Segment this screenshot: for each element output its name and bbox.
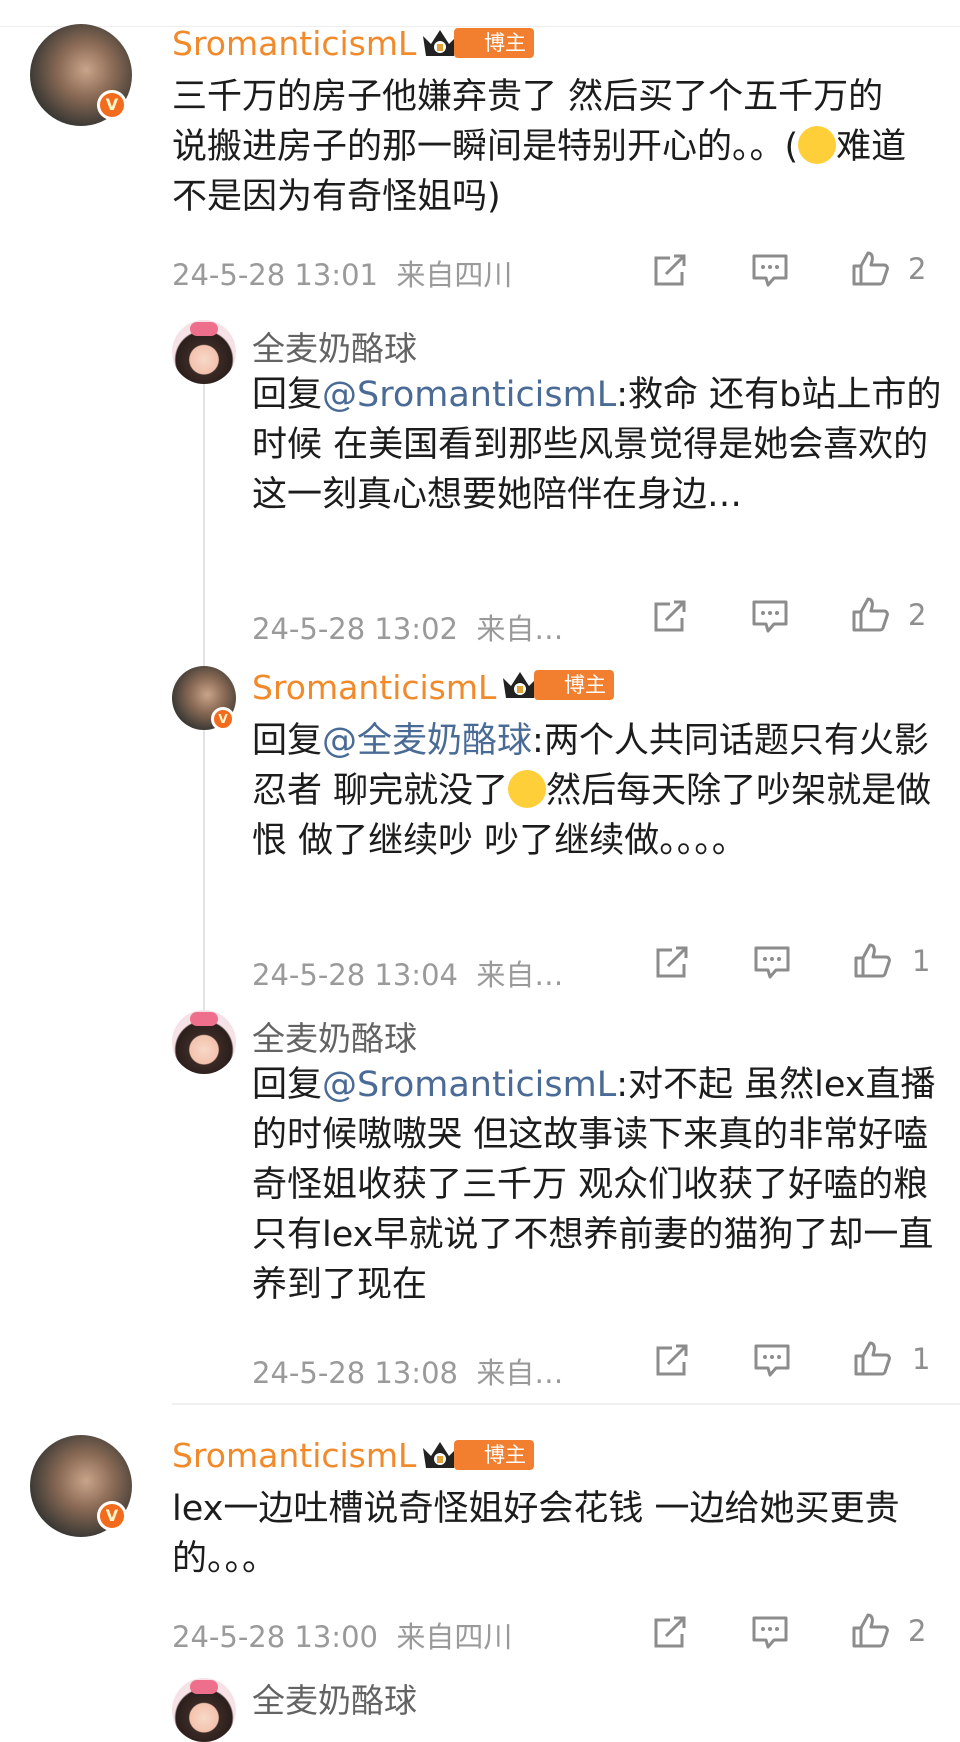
author-name[interactable]: SromanticismL — [172, 24, 416, 63]
like-icon[interactable] — [852, 1340, 892, 1376]
comment-text: 三千万的房子他嫌弃贵了 然后买了个五千万的 说搬进房子的那一瞬间是特别开心的。。… — [172, 77, 907, 217]
timestamp: 24-5-28 13:00 来自四川 — [172, 1620, 513, 1654]
share-icon[interactable] — [652, 1342, 692, 1378]
share-icon[interactable] — [650, 1614, 690, 1650]
mention-link[interactable]: @全麦奶酪球 — [322, 721, 532, 761]
comment-icon[interactable] — [750, 1614, 790, 1650]
share-icon[interactable] — [650, 252, 690, 288]
comment-divider — [172, 1403, 960, 1405]
verified-v-icon: V — [97, 90, 127, 120]
comment-icon[interactable] — [750, 252, 790, 288]
astonished-emoji — [798, 126, 837, 164]
author-name[interactable]: 全麦奶酪球 — [252, 322, 417, 370]
timestamp: 24-5-28 13:01 来自四川 — [172, 258, 513, 292]
like-count: 1 — [912, 944, 931, 978]
blogger-tag: 博主 — [454, 28, 534, 58]
blogger-tag: 博主 — [454, 1440, 534, 1470]
avatar[interactable] — [172, 1010, 236, 1074]
reply-text: 回复@SromanticismL:对不起 虽然lex直播的时候嗷嗷哭 但这故事读… — [252, 1065, 936, 1305]
verified-v-icon: V — [211, 707, 235, 731]
comment-icon[interactable] — [752, 944, 792, 980]
bow-decoration — [190, 322, 218, 336]
comment-text: lex一边吐槽说奇怪姐好会花钱 一边给她买更贵的。。。 — [172, 1489, 900, 1579]
author-name[interactable]: SromanticismL — [172, 1436, 416, 1475]
timestamp: 24-5-28 13:04 来自… — [252, 958, 564, 992]
timestamp: 24-5-28 13:02 来自… — [252, 612, 564, 646]
like-count: 2 — [908, 598, 927, 632]
mention-link[interactable]: @SromanticismL — [322, 375, 616, 415]
blogger-tag: 博主 — [534, 670, 614, 700]
author-name[interactable]: 全麦奶酪球 — [252, 1012, 417, 1060]
like-icon[interactable] — [850, 250, 890, 286]
author-name[interactable]: 全麦奶酪球 — [252, 1674, 417, 1722]
like-count: 1 — [912, 1342, 931, 1376]
mention-link[interactable]: @SromanticismL — [322, 1065, 616, 1105]
share-icon[interactable] — [652, 944, 692, 980]
avatar[interactable] — [172, 1678, 236, 1742]
crying-laughing-emoji — [508, 770, 547, 808]
top-divider — [0, 26, 960, 27]
reply-text: 回复@SromanticismL:救命 还有b站上市的时候 在美国看到那些风景觉… — [252, 375, 942, 515]
bow-decoration — [190, 1680, 218, 1694]
share-icon[interactable] — [650, 598, 690, 634]
like-count: 2 — [908, 1614, 927, 1648]
author-name[interactable]: SromanticismL — [252, 668, 496, 707]
reply-text: 回复@全麦奶酪球:两个人共同话题只有火影忍者 聊完就没了 然后每天除了吵架就是做恨… — [252, 721, 932, 861]
bow-decoration — [190, 1012, 218, 1026]
like-icon[interactable] — [850, 1612, 890, 1648]
like-icon[interactable] — [850, 596, 890, 632]
verified-v-icon: V — [97, 1501, 127, 1531]
like-count: 2 — [908, 252, 927, 286]
comment-icon[interactable] — [752, 1342, 792, 1378]
avatar[interactable] — [172, 320, 236, 384]
comment-icon[interactable] — [750, 598, 790, 634]
like-icon[interactable] — [852, 942, 892, 978]
timestamp: 24-5-28 13:08 来自… — [252, 1356, 564, 1390]
